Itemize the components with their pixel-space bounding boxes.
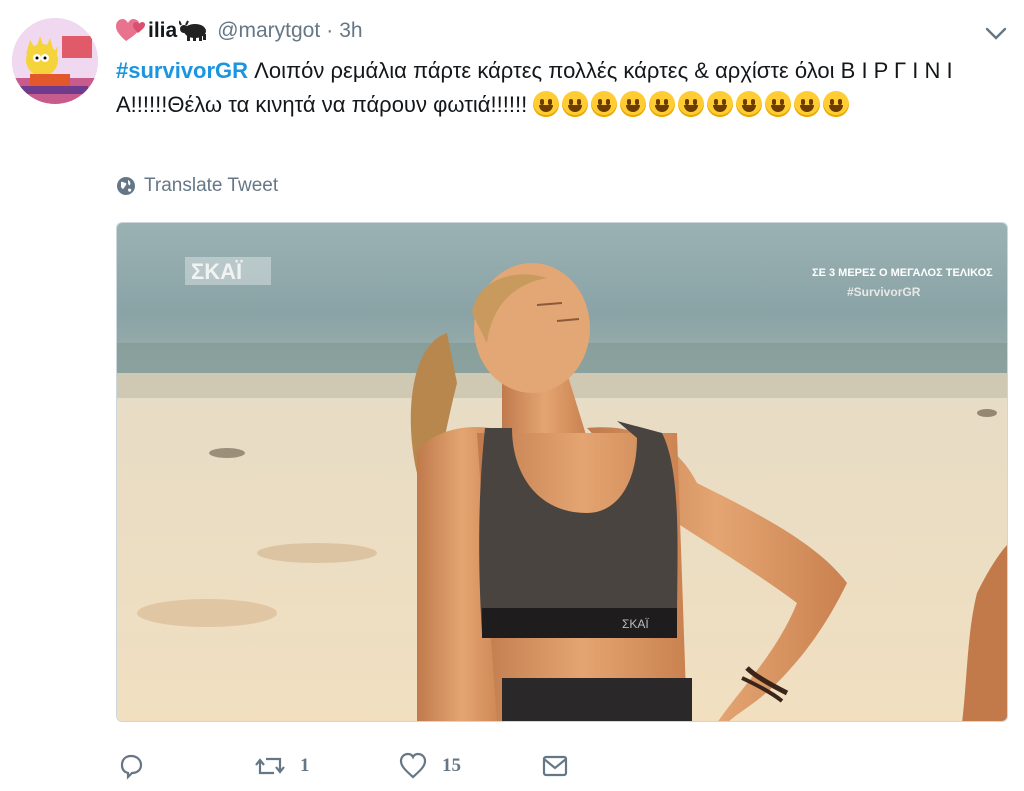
display-name[interactable]: ilia	[116, 19, 209, 43]
reply-icon	[120, 754, 143, 780]
smiley-emoji-icon	[591, 91, 618, 117]
heart-emoji-icon	[116, 19, 145, 41]
translate-tweet-link[interactable]: Translate Tweet	[116, 175, 278, 197]
grinning-emoji-icon	[707, 91, 734, 117]
message-icon	[542, 755, 568, 777]
bull-emoji-icon	[179, 20, 207, 41]
overlay-line-2: #SurvivorGR	[847, 285, 921, 299]
chevron-down-icon[interactable]	[984, 24, 1008, 42]
overlay-line-1: ΣΕ 3 ΜΕΡΕΣ Ο ΜΕΓΑΛΟΣ ΤΕΛΙΚΟΣ	[812, 267, 993, 279]
separator: ·	[326, 19, 334, 42]
globe-icon	[117, 177, 135, 195]
joy-emoji-icon	[678, 91, 705, 117]
hashtag-link[interactable]: #survivorGR	[116, 58, 248, 83]
laughing-emoji-icon	[765, 91, 792, 117]
grinning-emoji-icon	[533, 91, 560, 117]
joy-emoji-icon	[620, 91, 647, 117]
emoji-row	[527, 91, 852, 117]
smiley-emoji-icon	[562, 91, 589, 117]
joy-emoji-icon	[649, 91, 676, 117]
laughing-emoji-icon	[794, 91, 821, 117]
retweet-count: 1	[300, 755, 310, 776]
top-brand-text: ΣΚΑΪ	[622, 617, 649, 631]
tweet-text: #survivorGR Λοιπόν ρεμάλια πάρτε κάρτες …	[116, 54, 996, 122]
display-name-text: ilia	[148, 19, 178, 42]
retweet-icon	[255, 757, 285, 775]
like-count: 15	[442, 755, 461, 776]
channel-logo: ΣΚΑΪ	[191, 259, 243, 284]
avatar[interactable]	[12, 18, 98, 104]
timestamp[interactable]: 3h	[339, 19, 362, 43]
translate-label: Translate Tweet	[144, 175, 279, 196]
sweat-smile-emoji-icon	[736, 91, 763, 117]
user-handle[interactable]: @marytgot	[217, 19, 320, 43]
retweet-button[interactable]: 1	[254, 751, 398, 781]
reply-button[interactable]	[116, 751, 254, 781]
tweet-actions: 1 15	[116, 748, 570, 784]
like-icon	[399, 752, 427, 779]
laughing-emoji-icon	[823, 91, 850, 117]
tweet-media-image[interactable]: ΣΚΑΪ ΣΚΑΪ ΣΕ 3 ΜΕΡΕΣ Ο ΜΕΓΑΛΟΣ ΤΕΛΙΚΟΣ #…	[116, 222, 1008, 722]
like-button[interactable]: 15	[398, 751, 540, 781]
direct-message-button[interactable]	[540, 751, 570, 781]
tweet-header: ilia @marytgot · 3h	[116, 16, 363, 46]
